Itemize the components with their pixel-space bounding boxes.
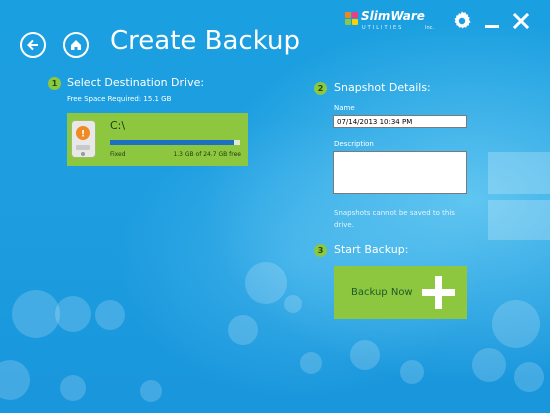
- drive-name: C:\: [110, 119, 126, 132]
- plus-icon: [422, 276, 455, 309]
- brand-badge: Inc.: [425, 25, 434, 31]
- description-label: Description: [334, 140, 374, 148]
- hard-drive-icon: !: [71, 120, 96, 158]
- brand-sub: UTILITIES: [362, 25, 404, 31]
- name-label: Name: [334, 104, 355, 112]
- back-arrow-icon: [27, 39, 38, 51]
- slimware-logo: SlimWare UTILITIES Inc.: [345, 9, 440, 35]
- close-button[interactable]: [508, 8, 534, 34]
- drive-tile-c[interactable]: ! C:\ Fixed 1.3 GB of 24.7 GB free: [67, 113, 248, 166]
- slimware-logo-mark: [345, 12, 359, 26]
- backup-now-label: Backup Now: [351, 287, 413, 298]
- home-button[interactable]: [63, 32, 89, 58]
- brand-name: SlimWare: [361, 9, 425, 23]
- drive-type: Fixed: [110, 151, 126, 158]
- settings-button[interactable]: [449, 8, 475, 34]
- space-required-text: Free Space Required: 15.1 GB: [67, 95, 172, 103]
- drive-free-space: 1.3 GB of 24.7 GB free: [173, 151, 241, 158]
- step-2-badge: 2: [314, 82, 327, 95]
- drive-warning-note: Snapshots cannot be saved to this drive.: [334, 209, 455, 229]
- step-3-badge: 3: [314, 244, 327, 257]
- minimize-button[interactable]: [479, 8, 505, 34]
- drive-usage-bar: [110, 140, 240, 145]
- home-icon: [71, 40, 81, 50]
- backup-now-button[interactable]: Backup Now: [334, 266, 467, 319]
- step-1-title: Select Destination Drive:: [67, 76, 205, 89]
- step-3-title: Start Backup:: [334, 243, 409, 256]
- step-1-badge: 1: [48, 77, 61, 90]
- snapshot-name-input[interactable]: [333, 115, 467, 128]
- drive-usage-fill: [110, 140, 234, 145]
- page-title: Create Backup: [110, 26, 300, 56]
- svg-text:!: !: [81, 130, 85, 140]
- close-icon: [512, 12, 530, 30]
- gear-icon: [454, 11, 471, 29]
- snapshot-description-input[interactable]: [333, 151, 467, 194]
- step-2-title: Snapshot Details:: [334, 81, 431, 94]
- back-button[interactable]: [20, 32, 46, 58]
- minimize-icon: [485, 25, 499, 28]
